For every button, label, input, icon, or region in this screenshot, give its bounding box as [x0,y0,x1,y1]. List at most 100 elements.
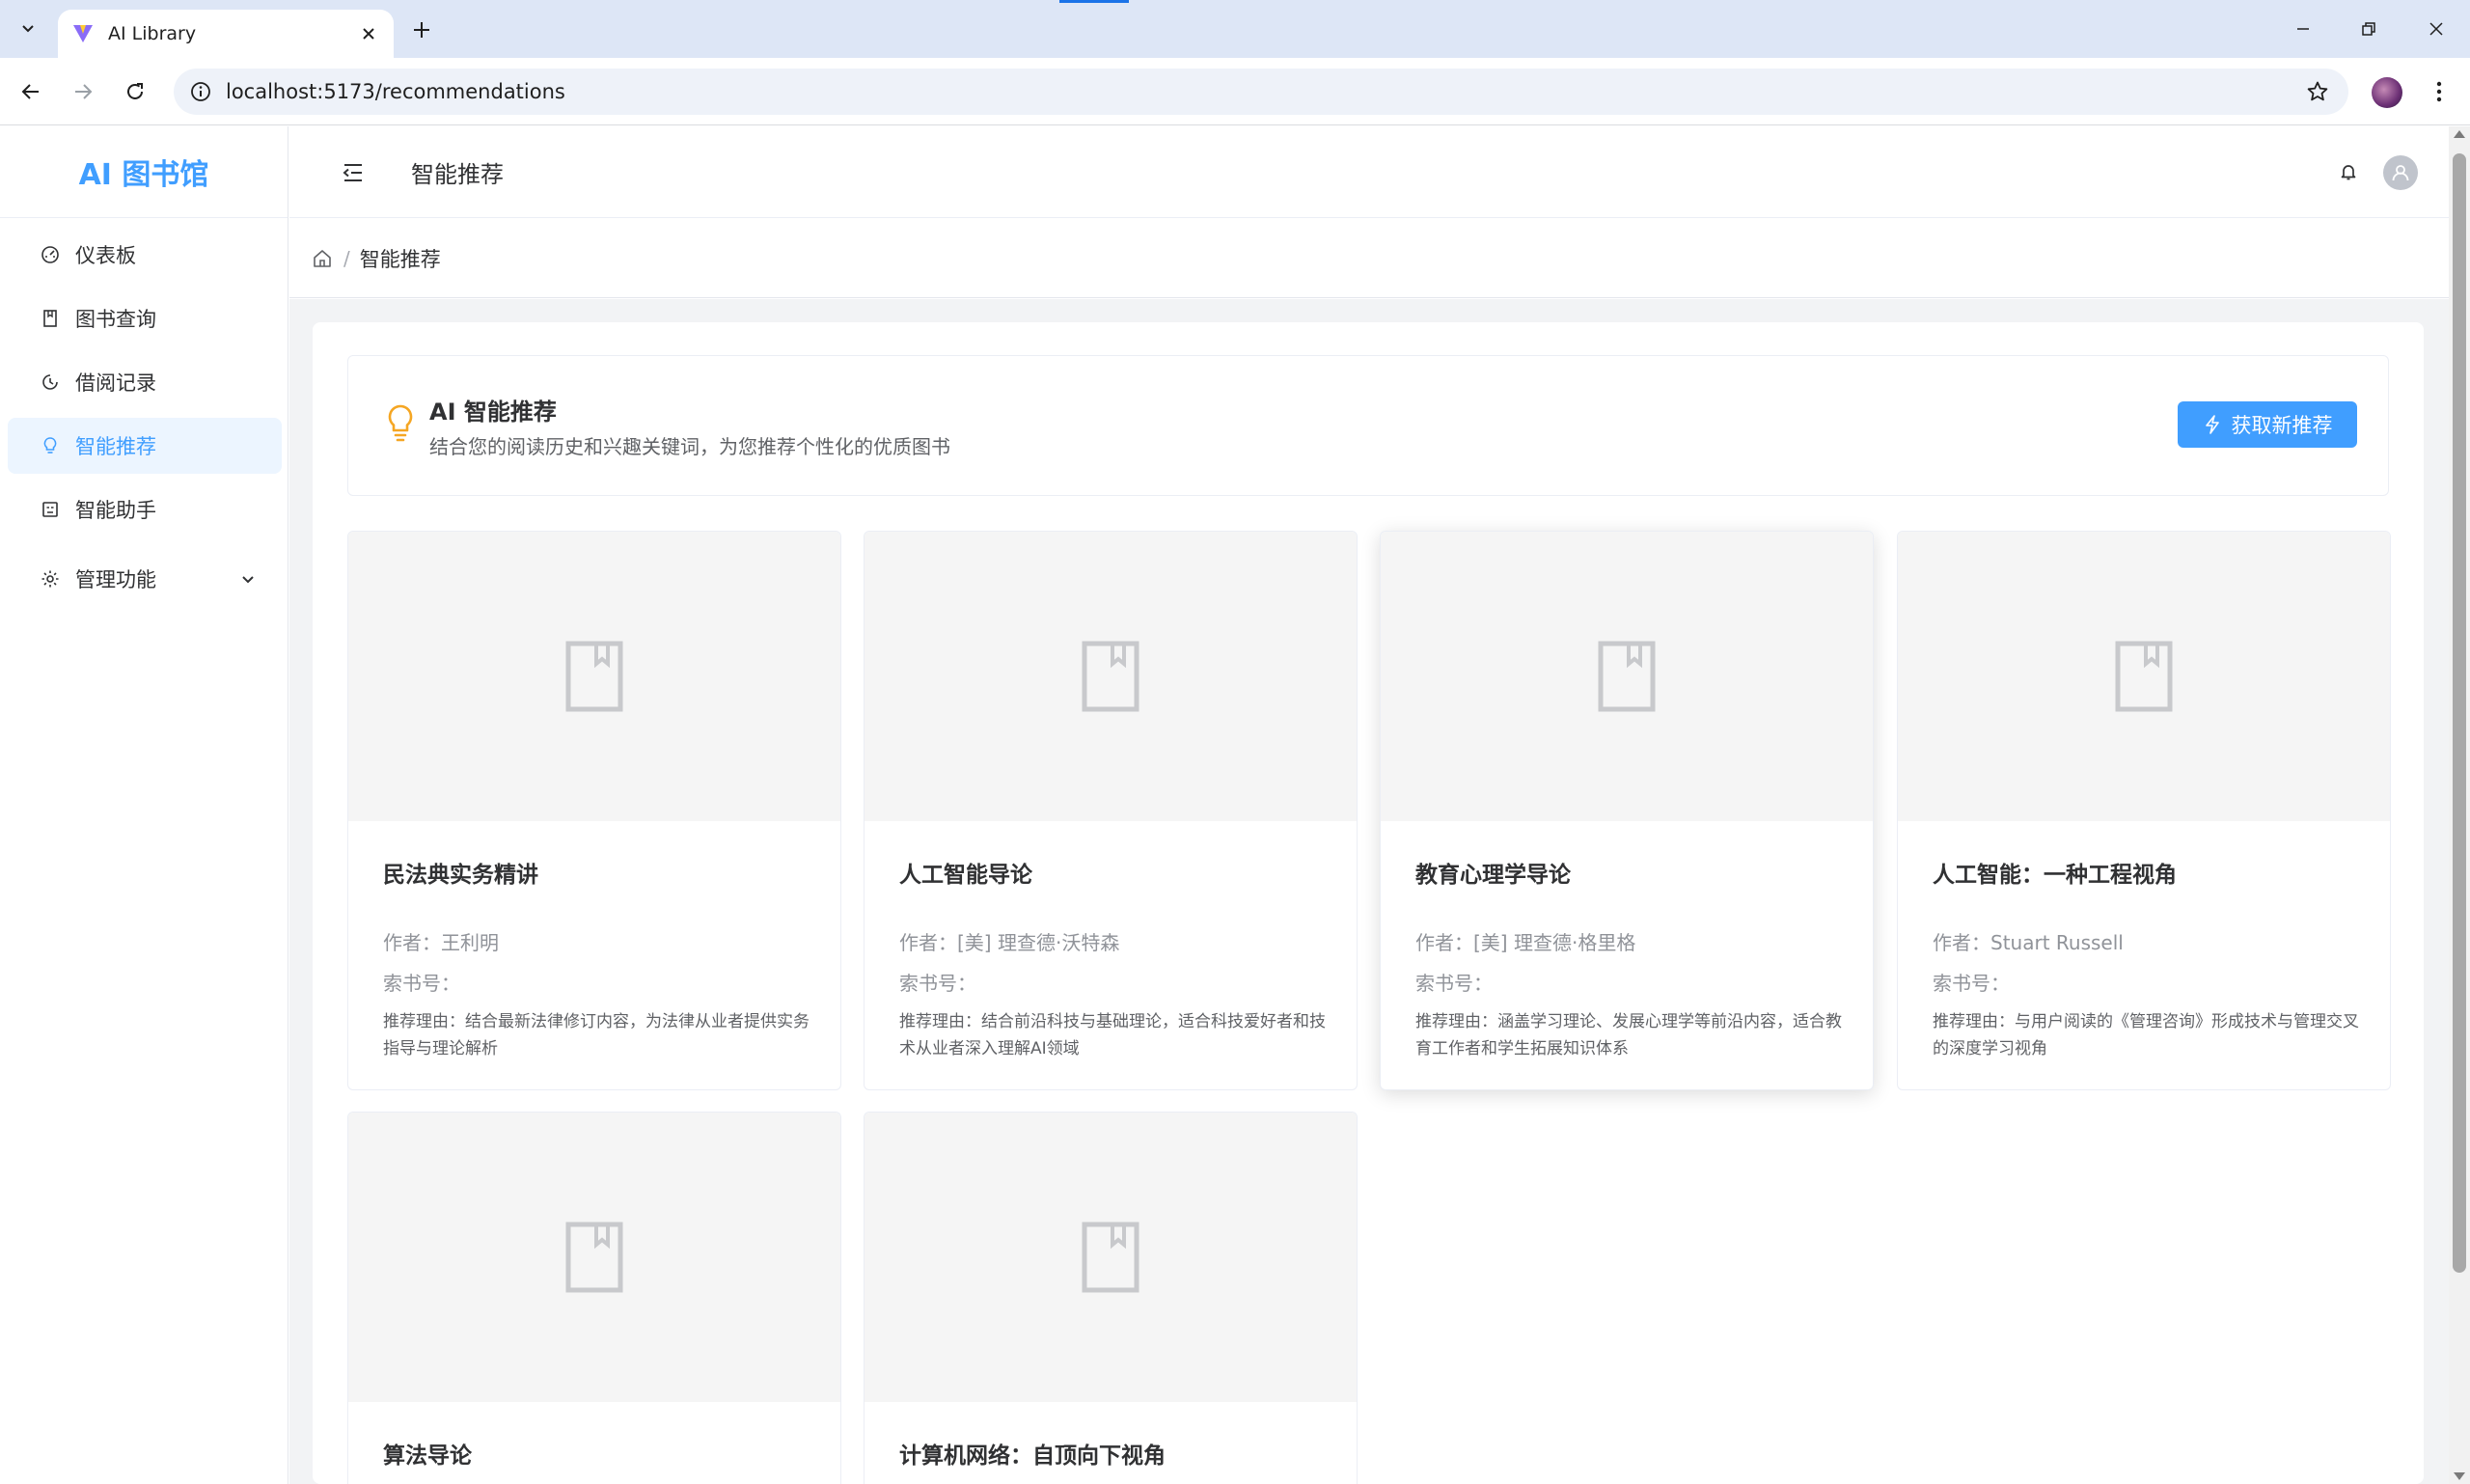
restore-icon [2362,22,2375,36]
book-call-number: 索书号： [1415,972,1493,995]
scroll-down-arrow-icon[interactable] [2454,1472,2465,1480]
tab-search-button[interactable] [12,12,44,44]
restore-button[interactable] [2345,10,2393,48]
sidebar-item-label: 智能推荐 [75,435,156,458]
clock-icon [39,371,62,394]
book-card[interactable]: 算法导论 [347,1112,841,1484]
assistant-icon [39,498,62,521]
sidebar-item-label: 借阅记录 [75,371,156,395]
notification-button[interactable] [2335,158,2362,185]
book-card[interactable]: 计算机网络：自顶向下视角 [864,1112,1358,1484]
book-card[interactable]: 人工智能：一种工程视角 作者：Stuart Russell 索书号： 推荐理由：… [1897,531,2391,1090]
book-placeholder-icon [1082,641,1139,712]
book-cover-placeholder [864,1113,1357,1402]
book-reason: 推荐理由：与用户阅读的《管理咨询》形成技术与管理交叉的深度学习视角 [1933,1012,2359,1058]
book-cover-placeholder [864,532,1357,821]
sidebar-item-dashboard[interactable]: 仪表板 [8,227,282,283]
book-call-number: 索书号： [899,972,976,995]
book-placeholder-icon [1082,1222,1139,1293]
lightbulb-icon [388,404,413,442]
book-reason: 推荐理由：结合前沿科技与基础理论，适合科技爱好者和技术从业者深入理解AI领域 [899,1012,1326,1058]
top-header: 智能推荐 [289,126,2449,218]
vite-logo-icon [73,25,93,42]
book-placeholder-icon [2115,641,2173,712]
app-logo[interactable]: AI 图书馆 [0,126,288,218]
address-bar[interactable]: localhost:5173/recommendations [174,69,2348,115]
book-title: 人工智能：一种工程视角 [1933,863,2177,888]
book-call-number: 索书号： [383,972,460,995]
book-reason: 推荐理由：涵盖学习理论、发展心理学等前沿内容，适合教育工作者和学生拓展知识体系 [1415,1012,1842,1058]
page-title: 智能推荐 [411,161,504,188]
fold-menu-icon [343,164,362,181]
url-text[interactable]: localhost:5173/recommendations [226,80,2300,103]
reload-icon [127,83,143,99]
tab-title: AI Library [108,23,197,44]
tab-loading-indicator [1059,0,1129,3]
tab-close-icon[interactable] [357,22,380,45]
user-icon [2392,165,2409,181]
arrow-left-icon [21,84,39,99]
page-scrollbar[interactable] [2449,126,2470,1484]
browser-tab[interactable]: AI Library [58,10,394,58]
get-new-recommendations-button[interactable]: 获取新推荐 [2178,401,2357,448]
minimize-icon [2297,28,2309,30]
sidebar-item-label: 管理功能 [75,568,156,591]
book-reason: 推荐理由：结合最新法律修订内容，为法律从业者提供实务指导与理论解析 [383,1012,810,1058]
scrollbar-thumb[interactable] [2453,153,2466,1273]
book-placeholder-icon [565,641,623,712]
close-window-button[interactable] [2412,10,2460,48]
browser-toolbar: localhost:5173/recommendations [0,58,2470,125]
reload-button[interactable] [118,74,152,109]
bookmark-star-icon[interactable] [2300,74,2335,109]
book-title: 教育心理学导论 [1415,863,1571,888]
sidebar-item-label: 图书查询 [75,308,156,331]
more-vertical-icon [2436,81,2442,102]
sidebar-item-admin[interactable]: 管理功能 [8,551,282,607]
new-tab-button[interactable] [405,14,438,46]
site-info-icon[interactable] [189,80,212,103]
forward-button[interactable] [66,74,100,109]
sidebar-item-recommendations[interactable]: 智能推荐 [8,418,282,474]
book-author: 作者：[美] 理查德·格里格 [1415,931,1636,954]
minimize-button[interactable] [2279,10,2327,48]
book-title: 算法导论 [383,1443,472,1469]
chevron-down-icon [22,25,34,33]
book-title: 计算机网络：自顶向下视角 [899,1443,1166,1469]
recommend-header: AI 智能推荐 结合您的阅读历史和兴趣关键词，为您推荐个性化的优质图书 获取新推… [347,355,2389,496]
book-cover-placeholder [348,532,840,821]
back-button[interactable] [14,74,48,109]
book-cover-placeholder [1898,532,2390,821]
sidebar-item-assistant[interactable]: 智能助手 [8,481,282,537]
bell-icon [2341,165,2356,180]
book-card[interactable]: 民法典实务精讲 作者：王利明 索书号： 推荐理由：结合最新法律修订内容，为法律从… [347,531,841,1090]
recommend-subtitle: 结合您的阅读历史和兴趣关键词，为您推荐个性化的优质图书 [429,435,950,458]
chevron-down-icon [242,576,254,584]
book-icon [39,307,62,330]
close-icon [2429,22,2443,36]
breadcrumb-current: 智能推荐 [359,247,441,271]
gear-icon [39,567,62,591]
breadcrumb-separator: / [343,246,350,270]
recommend-title: AI 智能推荐 [429,398,557,426]
collapse-sidebar-button[interactable] [338,157,369,188]
scroll-up-arrow-icon[interactable] [2454,130,2465,138]
browser-menu-button[interactable] [2422,74,2456,109]
lightbulb-icon [39,434,62,457]
home-icon[interactable] [311,247,334,270]
get-new-recommendations-label: 获取新推荐 [2231,414,2333,437]
sidebar-item-borrow-records[interactable]: 借阅记录 [8,354,282,410]
breadcrumb: / 智能推荐 [289,219,2449,298]
book-card[interactable]: 教育心理学导论 作者：[美] 理查德·格里格 索书号： 推荐理由：涵盖学习理论、… [1380,531,1874,1090]
user-avatar[interactable] [2383,155,2418,190]
book-title: 民法典实务精讲 [383,863,538,888]
arrow-right-icon [75,84,93,99]
plus-icon [414,22,429,38]
lightning-icon [2203,415,2222,434]
sidebar-item-book-search[interactable]: 图书查询 [8,290,282,346]
book-card[interactable]: 人工智能导论 作者：[美] 理查德·沃特森 索书号： 推荐理由：结合前沿科技与基… [864,531,1358,1090]
browser-tab-strip: AI Library [0,0,2470,58]
profile-avatar[interactable] [2372,77,2402,108]
sidebar-item-label: 仪表板 [75,244,136,267]
book-placeholder-icon [1598,641,1656,712]
book-call-number: 索书号： [1933,972,2010,995]
